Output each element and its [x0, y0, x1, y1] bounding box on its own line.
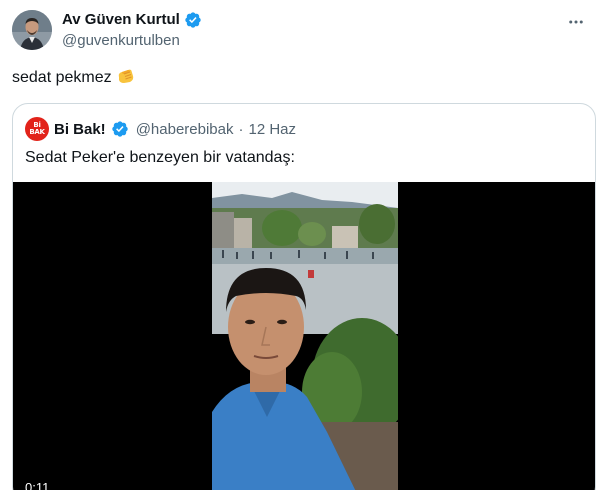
bibak-logo-line2: BAK	[29, 128, 45, 136]
meta-separator: ·	[238, 120, 244, 138]
bibak-logo: Bi BAK	[29, 122, 45, 136]
pinched-fingers-hand-emoji	[116, 67, 136, 90]
video-timestamp: 0:11	[25, 480, 50, 490]
quoted-tweet[interactable]: Bi BAK Bi Bak! @haberebibak · 12 Haz Sed…	[12, 103, 596, 490]
author-display-name[interactable]: Av Güven Kurtul	[62, 11, 180, 28]
verified-badge-icon	[184, 11, 202, 29]
quoted-tweet-header: Bi BAK Bi Bak! @haberebibak · 12 Haz	[25, 117, 296, 141]
author-avatar[interactable]	[12, 10, 52, 50]
more-options-button[interactable]	[566, 12, 586, 32]
tweet-text-content: sedat pekmez	[12, 69, 112, 86]
quoted-author-display-name[interactable]: Bi Bak!	[54, 121, 106, 138]
verified-badge-icon	[111, 120, 129, 138]
tweet-text: sedat pekmez	[12, 67, 136, 90]
quoted-author-avatar[interactable]: Bi BAK	[25, 117, 49, 141]
quoted-tweet-text: Sedat Peker'e benzeyen bir vatandaş:	[25, 149, 295, 166]
author-info: Av Güven Kurtul @guvenkurtulben	[62, 10, 202, 49]
quoted-tweet-date[interactable]: 12 Haz	[248, 121, 296, 138]
author-handle[interactable]: @guvenkurtulben	[62, 32, 202, 49]
author-avatar-image	[12, 10, 52, 50]
video-thumbnail	[212, 182, 398, 490]
tweet: Av Güven Kurtul @guvenkurtulben sedat pe…	[0, 0, 600, 490]
quoted-author-handle[interactable]: @haberebibak	[136, 121, 234, 138]
more-horizontal-icon	[569, 20, 583, 24]
video-player[interactable]: 0:11	[13, 182, 595, 490]
